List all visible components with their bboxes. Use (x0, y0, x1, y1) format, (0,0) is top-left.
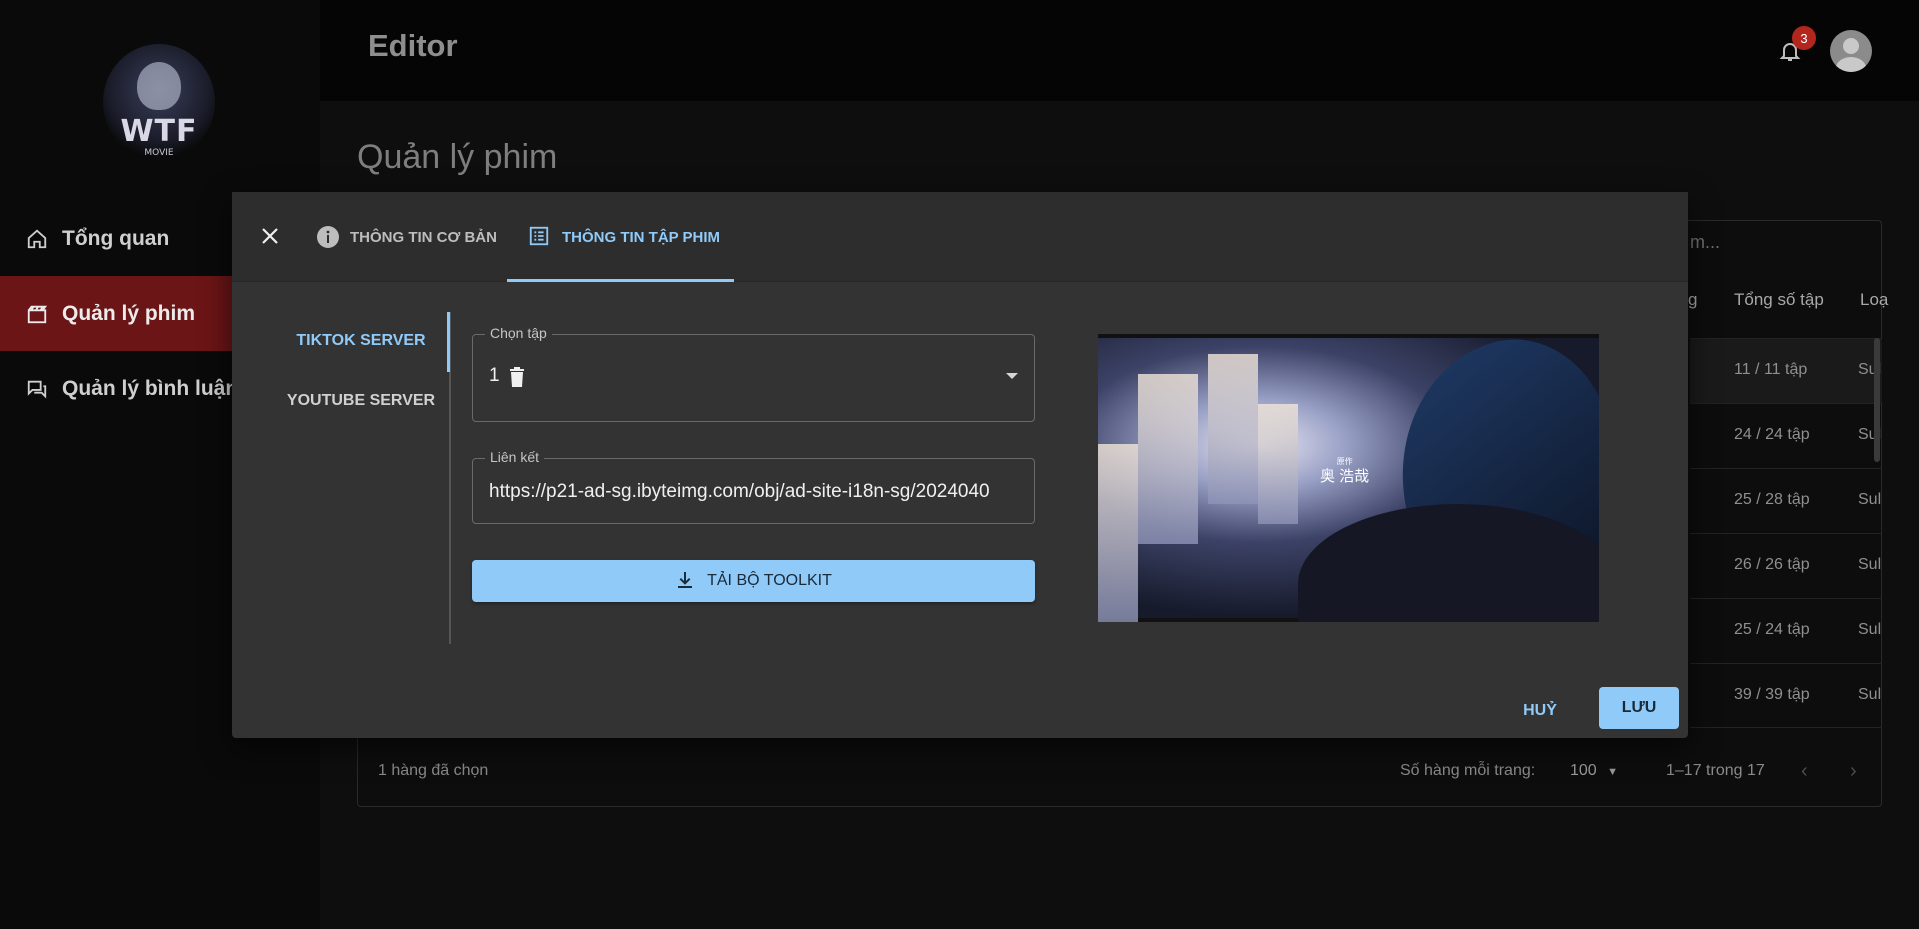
episode-dialog: THÔNG TIN CƠ BẢN THÔNG TIN TẬP PHIM TIKT… (232, 192, 1688, 738)
tab-episode-info[interactable]: THÔNG TIN TẬP PHIM (528, 192, 720, 282)
notification-badge: 3 (1792, 26, 1816, 50)
download-toolkit-button[interactable]: TẢI BỘ TOOLKIT (472, 560, 1035, 602)
episode-select[interactable]: Chọn tập 1 (472, 325, 1035, 422)
server-indicator (447, 312, 450, 372)
header-title: Editor (368, 28, 458, 63)
episode-select-value: 1 (489, 365, 500, 386)
close-icon[interactable] (254, 220, 286, 252)
episodes-cell: 24 / 24 tập (1734, 426, 1810, 443)
cancel-button[interactable]: HUỶ (1510, 692, 1570, 730)
top-header: Editor (320, 0, 1919, 101)
link-field[interactable]: Liên kết https://p21-ad-sg.ibyteimg.com/… (472, 449, 1035, 524)
sidebar-item-label: Quản lý bình luận (62, 376, 239, 400)
episodes-cell: 26 / 26 tập (1734, 556, 1810, 573)
type-cell: Sul (1858, 491, 1882, 508)
server-tab-tiktok[interactable]: TIKTOK SERVER (272, 312, 450, 370)
chevron-down-icon (1006, 373, 1018, 379)
logo-text: WTF (120, 114, 198, 149)
list-icon (528, 225, 552, 249)
column-header[interactable]: g (1688, 290, 1697, 310)
logo: WTF MOVIE (103, 44, 215, 160)
episodes-cell: 39 / 39 tập (1734, 686, 1810, 703)
save-button[interactable]: LƯU (1599, 687, 1679, 729)
chevron-down-icon: ▼ (1607, 766, 1619, 778)
info-icon (316, 225, 340, 249)
selected-count: 1 hàng đã chọn (378, 762, 489, 779)
next-page-icon[interactable]: › (1850, 760, 1857, 783)
rows-per-page-select[interactable]: 100 ▼ (1570, 762, 1618, 780)
sidebar-item-label: Tổng quan (62, 226, 170, 250)
rows-per-page-value: 100 (1570, 762, 1597, 779)
sidebar-item-label: Quản lý phim (62, 301, 196, 325)
table-row[interactable]: 25 / 24 tập Sul (1690, 598, 1882, 663)
tab-label: THÔNG TIN CƠ BẢN (350, 228, 497, 246)
table-row[interactable]: 39 / 39 tập Sul (1690, 663, 1882, 728)
avatar[interactable] (1830, 30, 1872, 72)
link-field-label: Liên kết (485, 449, 545, 465)
episodes-cell: 25 / 24 tập (1734, 621, 1810, 638)
clapperboard-icon (24, 301, 50, 327)
episodes-cell: 25 / 28 tập (1734, 491, 1810, 508)
preview-credit: 原作 奥 浩哉 (1320, 457, 1370, 485)
home-icon (24, 226, 50, 252)
table-row[interactable]: 11 / 11 tập Sul (1690, 338, 1882, 403)
pagination-range: 1–17 trong 17 (1666, 762, 1765, 779)
table-row[interactable]: 25 / 28 tập Sul (1690, 468, 1882, 533)
type-cell: Sul (1858, 556, 1882, 573)
server-tab-youtube[interactable]: YOUTUBE SERVER (272, 372, 450, 430)
episodes-cell: 11 / 11 tập (1734, 361, 1808, 378)
page-title: Quản lý phim (357, 138, 558, 176)
prev-page-icon[interactable]: ‹ (1801, 760, 1808, 783)
table-row[interactable]: 26 / 26 tập Sul (1690, 533, 1882, 598)
column-header-type[interactable]: Loạ (1860, 290, 1888, 310)
link-field-value: https://p21-ad-sg.ibyteimg.com/obj/ad-si… (489, 481, 990, 502)
chat-icon (24, 376, 50, 402)
tab-indicator (507, 279, 734, 282)
episode-select-label: Chọn tập (485, 325, 552, 341)
tab-basic-info[interactable]: THÔNG TIN CƠ BẢN (316, 192, 497, 282)
type-cell: Sul (1858, 621, 1882, 638)
trash-icon[interactable] (509, 367, 525, 392)
type-cell: Sul (1858, 686, 1882, 703)
logo-mascot (137, 62, 181, 110)
table-scrollbar[interactable] (1874, 338, 1880, 462)
logo-subtext: MOVIE (144, 148, 174, 158)
column-header-total-episodes[interactable]: Tổng số tập (1734, 290, 1824, 310)
tab-label: THÔNG TIN TẬP PHIM (562, 228, 721, 246)
rows-per-page-label: Số hàng mỗi trang: (1400, 762, 1536, 779)
dialog-tabs: THÔNG TIN CƠ BẢN THÔNG TIN TẬP PHIM (232, 192, 1688, 282)
search-input[interactable]: m... (1690, 232, 1720, 253)
video-preview[interactable]: 原作 奥 浩哉 (1098, 334, 1599, 622)
download-icon (675, 570, 697, 592)
table-row[interactable]: 24 / 24 tập Sul (1690, 403, 1882, 468)
download-toolkit-label: TẢI BỘ TOOLKIT (707, 572, 832, 589)
